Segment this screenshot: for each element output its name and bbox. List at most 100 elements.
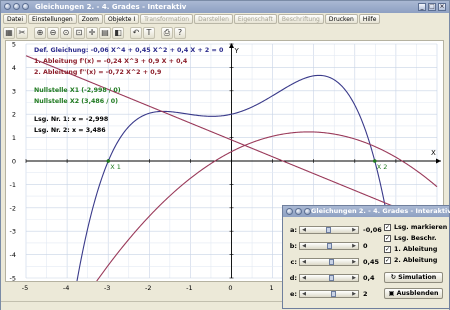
slider-thumb[interactable]	[328, 275, 334, 281]
checkbox[interactable]: ✓	[384, 246, 391, 253]
definition-equation: Def. Gleichung: -0,06 X^4 + 0,45 X^2 + 0…	[34, 47, 224, 54]
x-axis-letter: X	[431, 149, 436, 157]
y-tick-label: 3	[12, 87, 16, 95]
menu-item-9[interactable]: Hilfe	[358, 14, 381, 24]
root-marker-label: X 2	[377, 163, 388, 171]
zoom-in-icon[interactable]: ⊕	[34, 26, 46, 39]
menu-item-2[interactable]: Zoom	[77, 14, 103, 24]
minimize-dot-icon[interactable]	[13, 3, 20, 10]
menu-item-4[interactable]: Transformation	[140, 14, 194, 24]
title-bar[interactable]: Gleichungen 2. - 4. Grades - Interaktiv …	[1, 1, 449, 13]
dialog-close-dot-icon[interactable]	[286, 208, 293, 215]
slider-right-arrow-icon[interactable]: ▶	[350, 290, 358, 298]
minimize-icon[interactable]: _	[418, 3, 426, 11]
checkbox[interactable]: ✓	[384, 235, 391, 242]
slider-row-4: e: ◀ ▶ 2	[287, 289, 368, 299]
first-derivative-text: 1. Ableitung f'(x) = -0,24 X^3 + 0,9 X +…	[34, 58, 188, 65]
slider-thumb[interactable]	[328, 259, 334, 265]
parameter-dialog[interactable]: Gleichungen 2. - 4. Grades - Interaktiv …	[282, 205, 450, 309]
slider-label: e:	[289, 290, 297, 298]
zoom-out-icon[interactable]: ⊖	[47, 26, 59, 39]
slider-thumb[interactable]	[327, 243, 332, 249]
y-tick-label: -3	[10, 228, 16, 236]
slider-value: 0	[363, 242, 368, 250]
slider-label: a:	[290, 226, 297, 234]
close-icon[interactable]: ×	[438, 3, 446, 11]
slider-left-arrow-icon[interactable]: ◀	[300, 274, 308, 282]
close-dot-icon[interactable]	[4, 3, 11, 10]
slider-right-arrow-icon[interactable]: ▶	[350, 258, 358, 266]
menu-item-8[interactable]: Drucken	[324, 14, 358, 24]
hide-label: Ausblenden	[396, 290, 439, 297]
menu-item-0[interactable]: Datei	[3, 14, 28, 24]
zoom-dot-icon[interactable]	[22, 3, 29, 10]
crosshair-icon[interactable]: ✛	[86, 26, 98, 39]
slider-left-arrow-icon[interactable]: ◀	[300, 258, 308, 266]
grid-icon[interactable]: ▤	[99, 26, 111, 39]
parameter-slider[interactable]: ◀ ▶	[299, 242, 359, 250]
root-marker-label: X 1	[110, 163, 121, 171]
slider-label: b:	[289, 242, 297, 250]
checkbox[interactable]: ✓	[384, 257, 391, 264]
dialog-minimize-dot-icon[interactable]	[295, 208, 302, 215]
checkbox-label: 2. Ableitung	[394, 257, 438, 264]
checkbox[interactable]: ✓	[384, 224, 391, 231]
calculator-icon[interactable]: ▦	[3, 26, 15, 39]
menu-item-6[interactable]: Eigenschaft	[233, 14, 277, 24]
parameter-slider[interactable]: ◀ ▶	[299, 226, 359, 234]
slider-left-arrow-icon[interactable]: ◀	[300, 226, 308, 234]
slider-right-arrow-icon[interactable]: ▶	[350, 226, 358, 234]
slider-right-arrow-icon[interactable]: ▶	[350, 242, 358, 250]
checkbox-row-1[interactable]: ✓ Lsg. Beschr.	[384, 234, 437, 243]
slider-left-arrow-icon[interactable]: ◀	[300, 290, 308, 298]
y-axis-letter: Y	[234, 47, 240, 55]
root-1-text: Nullstelle X1 (-2,998 / 0)	[34, 87, 121, 94]
toolbar: ▦ ✂ ⊕ ⊖ ⊙ ⊡ ✛ ▤ ◧ ↶ T ⎙?	[3, 26, 447, 39]
menu-item-3[interactable]: Objekte I	[104, 14, 140, 24]
parameter-slider[interactable]: ◀ ▶	[299, 258, 359, 266]
checkbox-row-3[interactable]: ✓ 2. Ableitung	[384, 256, 437, 265]
y-tick-label: -4	[10, 251, 16, 259]
parameter-slider[interactable]: ◀ ▶	[299, 290, 359, 298]
undo-icon[interactable]: ↶	[130, 26, 142, 39]
y-tick-label: 1	[12, 134, 16, 142]
x-tick-label: -4	[63, 284, 69, 292]
help-icon[interactable]: ?	[174, 26, 186, 39]
slider-label: d:	[289, 274, 297, 282]
solution-1-text: Lsg. Nr. 1: x = -2,998	[34, 116, 109, 123]
x-tick-label: -2	[145, 284, 151, 292]
hide-icon: ▣	[388, 290, 397, 297]
dialog-zoom-dot-icon[interactable]	[304, 208, 311, 215]
window-controls[interactable]	[4, 3, 29, 10]
hide-button[interactable]: ▣ Ausblenden	[384, 288, 443, 299]
x-tick-label: 1	[270, 284, 274, 292]
maximize-icon[interactable]: □	[428, 3, 436, 11]
menu-item-1[interactable]: Einstellungen	[28, 14, 77, 24]
zoom-box-icon[interactable]: ⊡	[73, 26, 85, 39]
zoom-fit-icon[interactable]: ⊙	[60, 26, 72, 39]
y-tick-label: 4	[12, 64, 16, 72]
checkbox-row-0[interactable]: ✓ Lsg. markieren	[384, 223, 447, 232]
color-icon[interactable]: ◧	[112, 26, 124, 39]
cut-icon[interactable]: ✂	[16, 26, 28, 39]
slider-right-arrow-icon[interactable]: ▶	[350, 274, 358, 282]
slider-thumb[interactable]	[325, 227, 331, 233]
dialog-title-bar[interactable]: Gleichungen 2. - 4. Grades - Interaktiv	[283, 206, 450, 217]
slider-row-0: a: ◀ ▶ -0,06	[287, 225, 382, 235]
parameter-slider[interactable]: ◀ ▶	[299, 274, 359, 282]
main-window: Gleichungen 2. - 4. Grades - Interaktiv …	[0, 0, 450, 310]
y-tick-label: 0	[12, 158, 16, 166]
slider-value: 2	[363, 290, 368, 298]
y-tick-label: -1	[10, 181, 16, 189]
slider-row-2: c: ◀ ▶ 0,45	[287, 257, 379, 267]
menu-item-7[interactable]: Beschriftung	[277, 14, 324, 24]
simulation-button[interactable]: ↻ Simulation	[384, 272, 443, 283]
slider-thumb[interactable]	[330, 291, 336, 297]
slider-left-arrow-icon[interactable]: ◀	[300, 242, 308, 250]
x-tick-label: 0	[228, 284, 232, 292]
print-icon[interactable]: ⎙	[161, 26, 173, 39]
menu-item-5[interactable]: Darstellen	[194, 14, 233, 24]
root-2-text: Nullstelle X2 (3,486 / 0)	[34, 98, 119, 105]
text-icon[interactable]: T	[143, 26, 155, 39]
checkbox-row-2[interactable]: ✓ 1. Ableitung	[384, 245, 437, 254]
